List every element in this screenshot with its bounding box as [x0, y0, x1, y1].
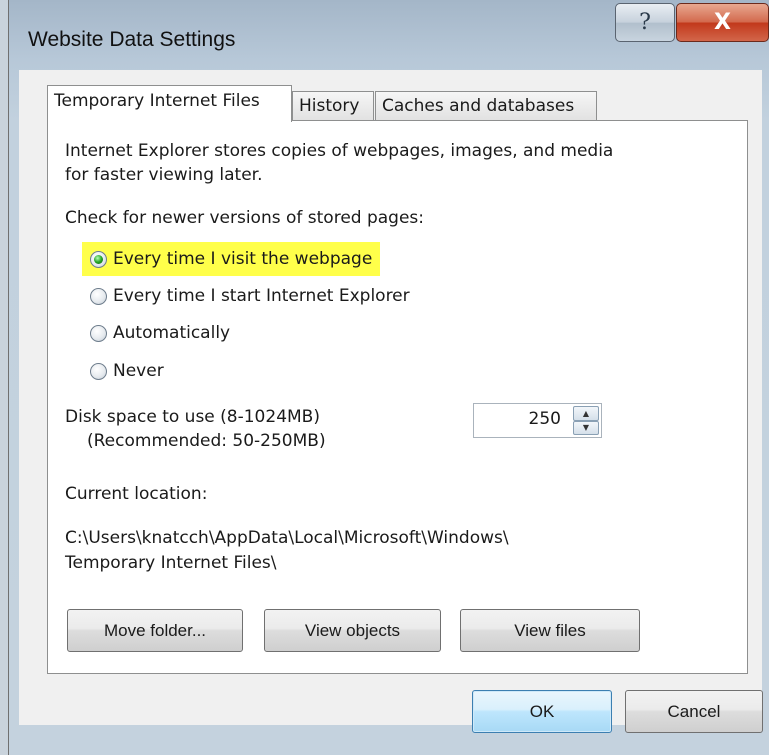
description-line-2: for faster viewing later. [65, 165, 263, 185]
close-icon: X [714, 10, 731, 35]
close-button[interactable]: X [676, 3, 769, 42]
help-button[interactable]: ? [615, 3, 675, 42]
disk-space-label: Disk space to use (8-1024MB) [65, 407, 320, 427]
disk-space-stepper[interactable]: 250 ▲ ▼ [473, 403, 602, 438]
tab-history[interactable]: History [292, 91, 374, 121]
title-bar[interactable]: Website Data Settings ? X [9, 0, 769, 70]
tab-label: Temporary Internet Files [54, 91, 260, 111]
spin-down-icon[interactable]: ▼ [573, 420, 599, 435]
spin-up-icon[interactable]: ▲ [573, 406, 599, 421]
ok-button[interactable]: OK [472, 690, 612, 733]
radio-icon[interactable] [90, 362, 107, 380]
radio-label: Every time I visit the webpage [113, 249, 373, 269]
move-folder-button[interactable]: Move folder... [67, 609, 243, 652]
current-location-label: Current location: [65, 484, 208, 504]
cancel-button[interactable]: Cancel [625, 690, 763, 733]
view-files-button[interactable]: View files [460, 609, 640, 652]
dialog-window: Website Data Settings ? X Temporary Inte… [8, 0, 769, 755]
radio-every-visit[interactable]: Every time I visit the webpage [82, 242, 381, 276]
radio-checked-icon[interactable] [90, 250, 107, 268]
location-path-line-2: Temporary Internet Files\ [65, 553, 277, 573]
help-icon: ? [639, 10, 651, 35]
radio-label: Every time I start Internet Explorer [113, 286, 410, 306]
radio-automatically[interactable]: Automatically [90, 319, 230, 347]
disk-space-recommended: (Recommended: 50-250MB) [87, 431, 326, 451]
radio-icon[interactable] [90, 287, 107, 305]
tab-temporary-internet-files[interactable]: Temporary Internet Files [47, 85, 292, 122]
radio-every-start[interactable]: Every time I start Internet Explorer [90, 282, 410, 310]
tab-panel: Internet Explorer stores copies of webpa… [47, 120, 748, 674]
tab-label: Caches and databases [382, 96, 575, 116]
location-path-line-1: C:\Users\knatcch\AppData\Local\Microsoft… [65, 528, 509, 548]
radio-label: Never [113, 361, 164, 381]
radio-never[interactable]: Never [90, 357, 164, 385]
spin-buttons: ▲ ▼ [573, 406, 599, 435]
tab-caches-and-databases[interactable]: Caches and databases [375, 91, 597, 121]
radio-icon[interactable] [90, 324, 107, 342]
dialog-client-area: Temporary Internet Files History Caches … [19, 70, 763, 733]
disk-space-value[interactable]: 250 [529, 409, 561, 429]
check-versions-label: Check for newer versions of stored pages… [65, 208, 425, 228]
window-title: Website Data Settings [28, 28, 236, 51]
view-objects-button[interactable]: View objects [264, 609, 441, 652]
description-line-1: Internet Explorer stores copies of webpa… [65, 141, 614, 161]
tab-label: History [299, 96, 360, 116]
radio-label: Automatically [113, 323, 231, 343]
